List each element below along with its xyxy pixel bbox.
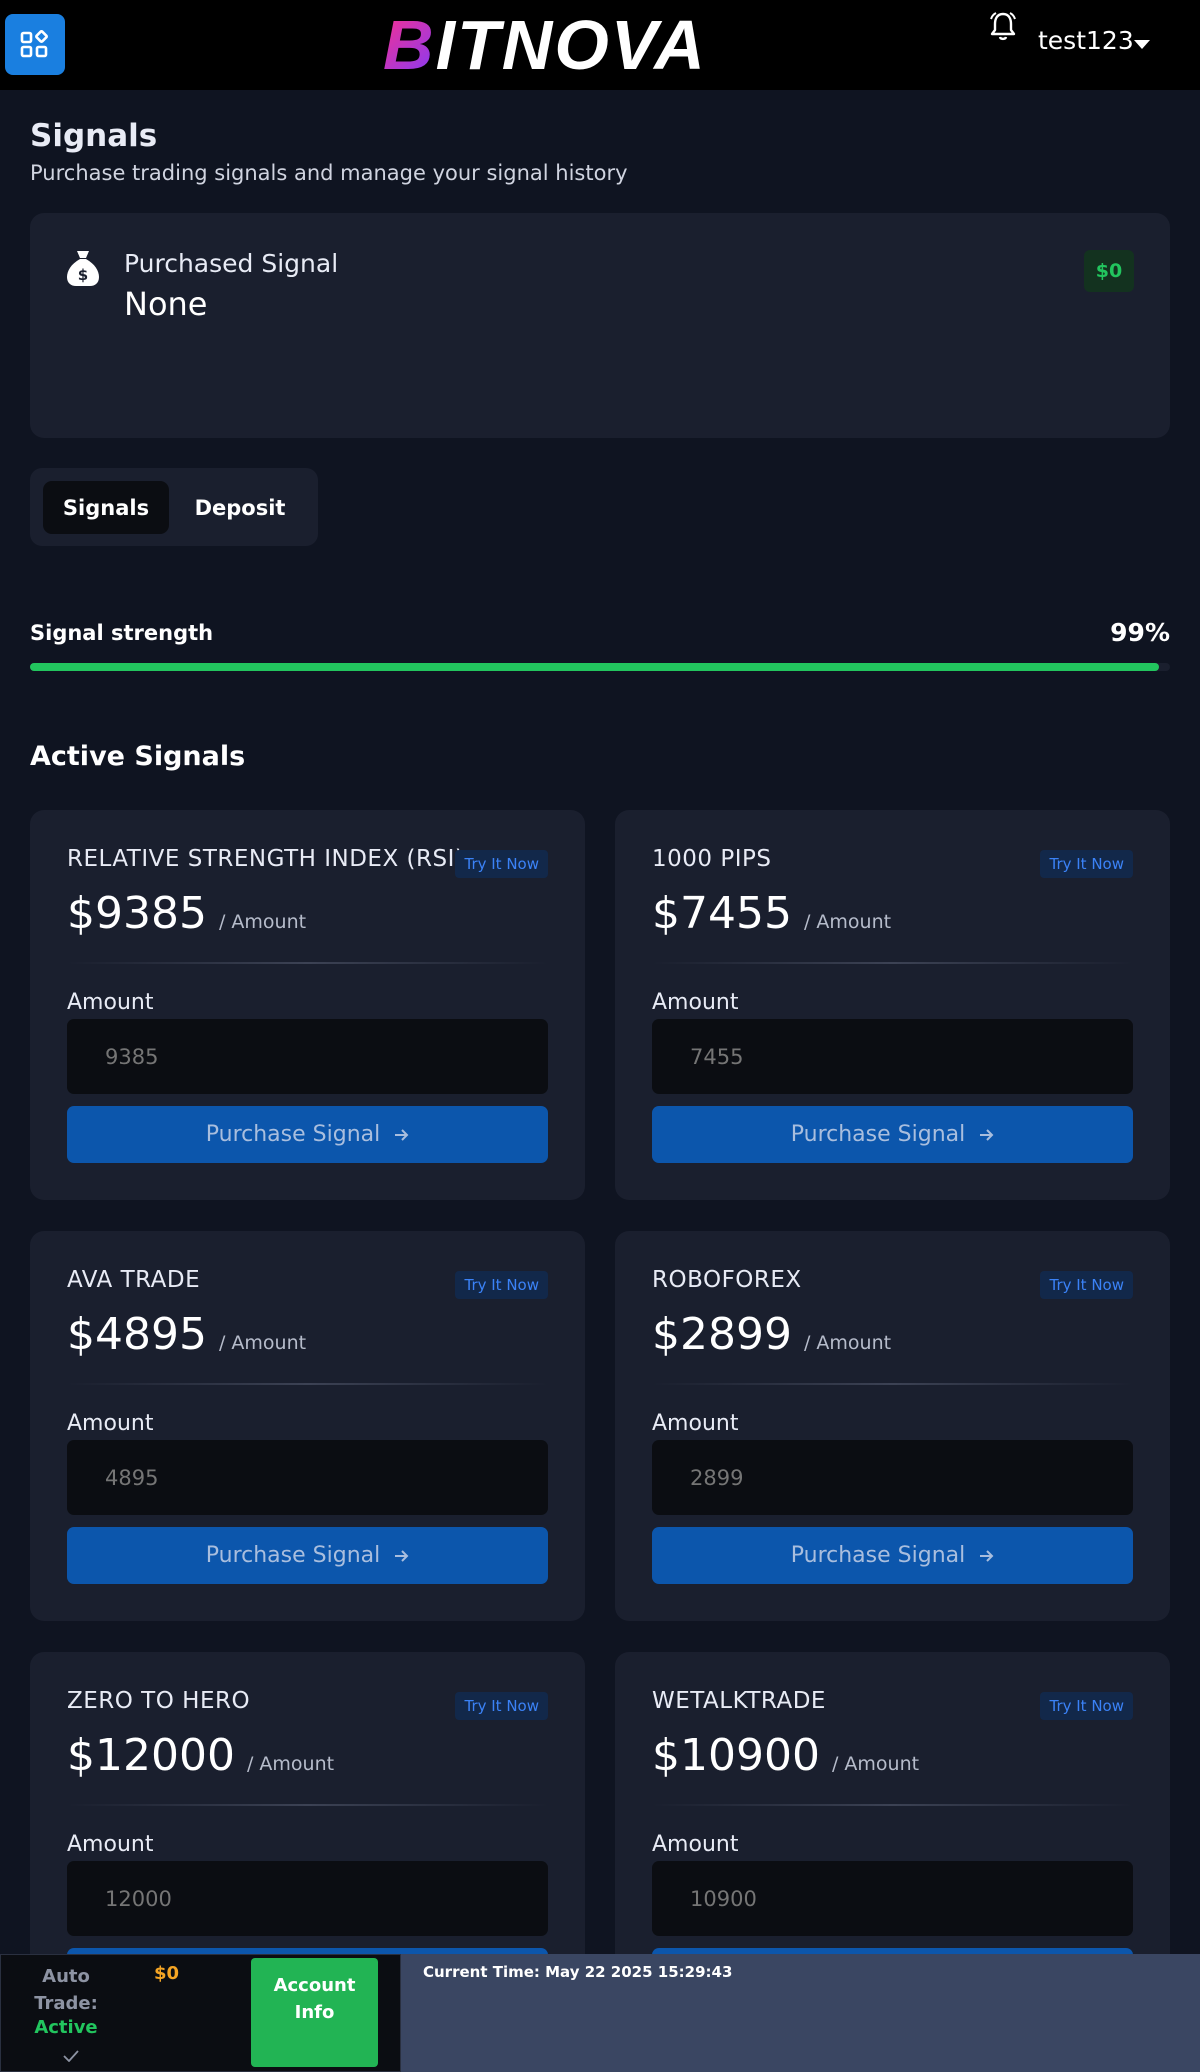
auto-trade-label: Auto Trade: (34, 1966, 98, 2014)
price-unit: / Amount (218, 1332, 307, 1354)
signal-card: RELATIVE STRENGTH INDEX (RSI) Try It Now… (30, 810, 585, 1200)
price-unit: / Amount (218, 911, 307, 933)
signal-strength-label: Signal strength (30, 621, 214, 645)
signal-card: 1000 PIPS Try It Now $7455 / Amount Amou… (615, 810, 1170, 1200)
purchase-signal-button[interactable]: Purchase Signal (652, 1527, 1133, 1584)
purchase-signal-button[interactable]: Purchase Signal (67, 1527, 548, 1584)
amount-input[interactable] (67, 1440, 548, 1515)
signal-price: $4895 / Amount (67, 1309, 306, 1360)
signal-price: $7455 / Amount (652, 888, 891, 939)
amount-input[interactable] (652, 1440, 1133, 1515)
signal-price: $10900 / Amount (652, 1730, 919, 1781)
arrow-right-icon (980, 1549, 994, 1562)
price-value: $12000 (67, 1730, 235, 1781)
page-subtitle: Purchase trading signals and manage your… (30, 161, 628, 185)
signal-card: AVA TRADE Try It Now $4895 / Amount Amou… (30, 1231, 585, 1621)
try-it-now-button[interactable]: Try It Now (455, 1271, 548, 1299)
top-bar: B ITNOVA test123 (0, 0, 1200, 90)
signal-name: ROBOFOREX (652, 1267, 802, 1293)
try-it-now-button[interactable]: Try It Now (1040, 850, 1133, 878)
signal-name: RELATIVE STRENGTH INDEX (RSI) (67, 846, 465, 872)
current-time: Current Time: May 22 2025 15:29:43 (423, 1963, 733, 1981)
divider (67, 962, 548, 964)
signal-price: $9385 / Amount (67, 888, 306, 939)
balance-value: $0 (154, 1963, 180, 1984)
auto-trade-status: Active (34, 2017, 98, 2038)
signal-strength-fill (30, 663, 1159, 671)
money-bag-icon: $ (67, 251, 99, 286)
divider (652, 1804, 1133, 1806)
purchased-amount-badge: $0 (1084, 250, 1134, 292)
purchased-signal-card: $ Purchased Signal None $0 (30, 213, 1170, 438)
purchased-signal-value: None (124, 285, 208, 323)
check-icon (63, 2050, 79, 2062)
amount-input[interactable] (652, 1019, 1133, 1094)
brand-logo[interactable]: B ITNOVA (383, 6, 707, 84)
signal-name: WETALKTRADE (652, 1688, 826, 1714)
signal-card: ROBOFOREX Try It Now $2899 / Amount Amou… (615, 1231, 1170, 1621)
arrow-right-icon (395, 1549, 409, 1562)
try-it-now-button[interactable]: Try It Now (1040, 1692, 1133, 1720)
signal-price: $2899 / Amount (652, 1309, 891, 1360)
amount-input[interactable] (67, 1861, 548, 1936)
purchase-signal-label: Purchase Signal (205, 1543, 381, 1568)
signal-name: 1000 PIPS (652, 846, 772, 872)
price-unit: / Amount (246, 1753, 335, 1775)
purchase-signal-label: Purchase Signal (205, 1122, 381, 1147)
divider (652, 1383, 1133, 1385)
divider (67, 1383, 548, 1385)
try-it-now-button[interactable]: Try It Now (455, 1692, 548, 1720)
purchased-signal-label: Purchased Signal (124, 249, 339, 278)
arrow-right-icon (395, 1128, 409, 1141)
amount-label: Amount (67, 1411, 154, 1436)
price-unit: / Amount (831, 1753, 920, 1775)
price-value: $9385 (67, 888, 207, 939)
amount-label: Amount (652, 1411, 739, 1436)
grid-menu-button[interactable] (5, 14, 65, 75)
account-info-button[interactable]: Account Info (251, 1958, 378, 2067)
amount-input[interactable] (67, 1019, 548, 1094)
bottom-status-bar: Auto Trade: Active $0 Account Info Curre… (0, 1954, 1200, 2072)
brand-logo-text: ITNOVA (435, 6, 707, 84)
price-unit: / Amount (803, 1332, 892, 1354)
brand-logo-mark: B (383, 6, 436, 84)
signal-name: AVA TRADE (67, 1267, 201, 1293)
purchase-signal-button[interactable]: Purchase Signal (67, 1106, 548, 1163)
tab-signals[interactable]: Signals (43, 481, 169, 534)
signal-strength-bar (30, 663, 1170, 671)
signal-tabs: Signals Deposit (30, 468, 318, 546)
amount-label: Amount (652, 990, 739, 1015)
divider (67, 1804, 548, 1806)
chevron-down-icon[interactable] (1134, 40, 1150, 49)
signal-name: ZERO TO HERO (67, 1688, 251, 1714)
page-title: Signals (30, 118, 158, 154)
divider (652, 962, 1133, 964)
price-value: $7455 (652, 888, 792, 939)
price-value: $2899 (652, 1309, 792, 1360)
purchase-signal-button[interactable]: Purchase Signal (652, 1106, 1133, 1163)
svg-text:$: $ (78, 266, 88, 284)
user-menu[interactable]: test123 (1038, 26, 1134, 55)
tab-deposit[interactable]: Deposit (175, 481, 305, 534)
purchase-signal-label: Purchase Signal (790, 1122, 966, 1147)
price-value: $10900 (652, 1730, 820, 1781)
auto-trade-panel: Auto Trade: Active $0 Account Info (0, 1954, 401, 2072)
signal-price: $12000 / Amount (67, 1730, 334, 1781)
amount-label: Amount (652, 1832, 739, 1857)
amount-label: Amount (67, 1832, 154, 1857)
price-unit: / Amount (803, 911, 892, 933)
amount-input[interactable] (652, 1861, 1133, 1936)
bell-icon[interactable] (988, 10, 1018, 42)
purchase-signal-label: Purchase Signal (790, 1543, 966, 1568)
try-it-now-button[interactable]: Try It Now (455, 850, 548, 878)
amount-label: Amount (67, 990, 154, 1015)
try-it-now-button[interactable]: Try It Now (1040, 1271, 1133, 1299)
signal-strength-value: 99% (1110, 618, 1170, 647)
active-signals-title: Active Signals (30, 741, 246, 772)
grid-menu-icon (20, 29, 48, 57)
arrow-right-icon (980, 1128, 994, 1141)
price-value: $4895 (67, 1309, 207, 1360)
